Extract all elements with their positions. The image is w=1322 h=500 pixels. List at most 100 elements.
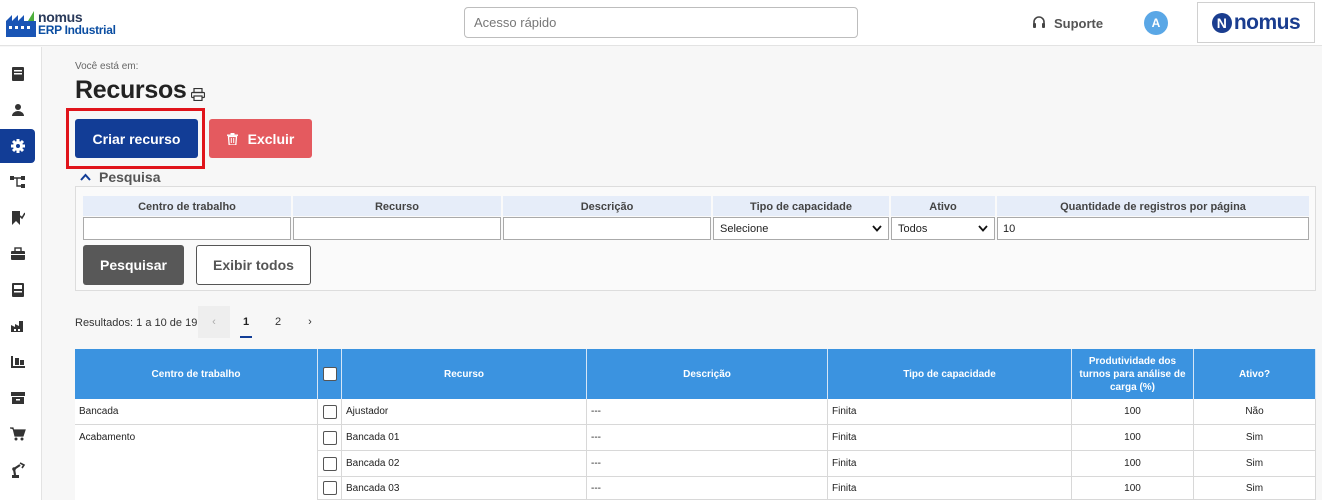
- user-avatar[interactable]: A: [1144, 11, 1168, 35]
- page-title: Recursos: [75, 76, 187, 104]
- sidebar: [0, 47, 42, 500]
- archive-icon: [10, 392, 25, 404]
- search-button[interactable]: Pesquisar: [83, 245, 184, 285]
- gear-icon: [10, 139, 25, 153]
- table-cell-productivity: 100: [1072, 425, 1194, 451]
- table-cell-work-center: Bancada: [75, 399, 318, 425]
- capacity-type-value: Selecione: [720, 222, 769, 235]
- table-cell-resource[interactable]: Bancada 03: [342, 477, 587, 500]
- page-1-button[interactable]: 1: [230, 306, 262, 338]
- col-header-select-all: [318, 349, 342, 399]
- col-header-resource[interactable]: Recurso: [342, 349, 587, 399]
- next-page-button[interactable]: ›: [294, 306, 326, 338]
- breadcrumb: Você está em:: [75, 61, 139, 72]
- sidebar-item-briefcase[interactable]: [0, 237, 35, 271]
- sidebar-item-settings[interactable]: [0, 129, 35, 163]
- create-resource-button[interactable]: Criar recurso: [75, 119, 198, 158]
- book-icon: [11, 67, 24, 81]
- table-cell-select: [318, 451, 342, 477]
- bookmark-check-icon: [11, 211, 25, 225]
- support-link[interactable]: Suporte: [1032, 13, 1103, 33]
- quick-access-input[interactable]: [464, 7, 858, 38]
- page-2-button[interactable]: 2: [262, 306, 294, 338]
- table-cell-capacity-type: Finita: [828, 399, 1072, 425]
- trash-icon: [226, 132, 238, 145]
- row-checkbox[interactable]: [322, 481, 337, 495]
- cart-icon: [9, 427, 26, 441]
- table-cell-resource[interactable]: Bancada 02: [342, 451, 587, 477]
- brand-logo: N nomus: [1197, 2, 1315, 43]
- table-cell-capacity-type: Finita: [828, 477, 1072, 500]
- page-size-input[interactable]: [997, 217, 1309, 240]
- table-cell-productivity: 100: [1072, 477, 1194, 500]
- active-select[interactable]: Todos: [891, 217, 995, 240]
- app-logo[interactable]: nomus ERP Industrial: [6, 9, 136, 39]
- sidebar-item-bookmark[interactable]: [0, 201, 35, 235]
- description-input[interactable]: [503, 217, 711, 240]
- table-cell-work-center: Acabamento: [75, 425, 318, 500]
- sidebar-item-user[interactable]: [0, 93, 35, 127]
- table-cell-resource[interactable]: Ajustador: [342, 399, 587, 425]
- table-cell-description: ---: [587, 451, 828, 477]
- filter-label-capacity-type: Tipo de capacidade: [713, 196, 889, 216]
- delete-button[interactable]: Excluir: [209, 119, 312, 158]
- search-toggle[interactable]: Pesquisa: [80, 168, 160, 186]
- table-cell-description: ---: [587, 425, 828, 451]
- col-header-productivity[interactable]: Produtividade dos turnos para análise de…: [1072, 349, 1194, 399]
- resource-input[interactable]: [293, 217, 501, 240]
- filter-label-resource: Recurso: [293, 196, 501, 216]
- select-all-checkbox[interactable]: [322, 367, 337, 381]
- search-heading: Pesquisa: [99, 169, 161, 185]
- factory-logo-icon: [6, 11, 36, 37]
- active-value: Todos: [898, 222, 928, 235]
- table-cell-active: Sim: [1194, 425, 1316, 451]
- robot-arm-icon: [11, 462, 25, 478]
- table-cell-productivity: 100: [1072, 451, 1194, 477]
- support-label: Suporte: [1054, 15, 1104, 31]
- row-checkbox[interactable]: [322, 404, 337, 419]
- filter-label-active: Ativo: [891, 196, 995, 216]
- filter-label-description: Descrição: [503, 196, 711, 216]
- user-icon: [11, 104, 24, 116]
- sidebar-item-factory[interactable]: [0, 309, 35, 343]
- prev-page-button[interactable]: ‹: [198, 306, 230, 338]
- capacity-type-select[interactable]: Selecione: [713, 217, 889, 240]
- table-cell-description: ---: [587, 477, 828, 500]
- table-cell-productivity: 100: [1072, 399, 1194, 425]
- sidebar-item-register[interactable]: [0, 273, 35, 307]
- logo-subtitle: ERP Industrial: [38, 23, 116, 37]
- results-count: Resultados: 1 a 10 de 19.: [75, 317, 201, 329]
- sidebar-item-cart[interactable]: [0, 417, 35, 451]
- delete-label: Excluir: [247, 130, 295, 147]
- show-all-button[interactable]: Exibir todos: [196, 245, 311, 285]
- pallet-icon: [10, 356, 25, 368]
- table-cell-resource[interactable]: Bancada 01: [342, 425, 587, 451]
- sidebar-item-book[interactable]: [0, 57, 35, 91]
- col-header-description[interactable]: Descrição: [587, 349, 828, 399]
- table-cell-select: [318, 425, 342, 451]
- print-icon[interactable]: [191, 88, 205, 101]
- table-cell-capacity-type: Finita: [828, 451, 1072, 477]
- col-header-capacity-type[interactable]: Tipo de capacidade: [828, 349, 1072, 399]
- work-center-input[interactable]: [83, 217, 291, 240]
- sidebar-item-archive[interactable]: [0, 381, 35, 415]
- flow-icon: [9, 176, 25, 188]
- row-checkbox[interactable]: [322, 456, 337, 471]
- table-cell-active: Não: [1194, 399, 1316, 425]
- chevron-down-icon: [978, 225, 988, 232]
- sidebar-item-robot[interactable]: [0, 453, 35, 487]
- sidebar-item-flow[interactable]: [0, 165, 35, 199]
- table-cell-description: ---: [587, 399, 828, 425]
- brand-mark: N: [1211, 12, 1232, 33]
- headset-icon: [1033, 16, 1045, 28]
- col-header-active[interactable]: Ativo?: [1194, 349, 1316, 399]
- filter-label-page-size: Quantidade de registros por página: [997, 196, 1309, 216]
- filter-label-work-center: Centro de trabalho: [83, 196, 291, 216]
- top-bar: nomus ERP Industrial Suporte A N nomus: [0, 0, 1322, 46]
- table-cell-capacity-type: Finita: [828, 425, 1072, 451]
- sidebar-item-pallet[interactable]: [0, 345, 35, 379]
- briefcase-icon: [10, 247, 25, 260]
- col-header-work-center[interactable]: Centro de trabalho: [75, 349, 318, 399]
- table-cell-active: Sim: [1194, 477, 1316, 500]
- row-checkbox[interactable]: [322, 430, 337, 445]
